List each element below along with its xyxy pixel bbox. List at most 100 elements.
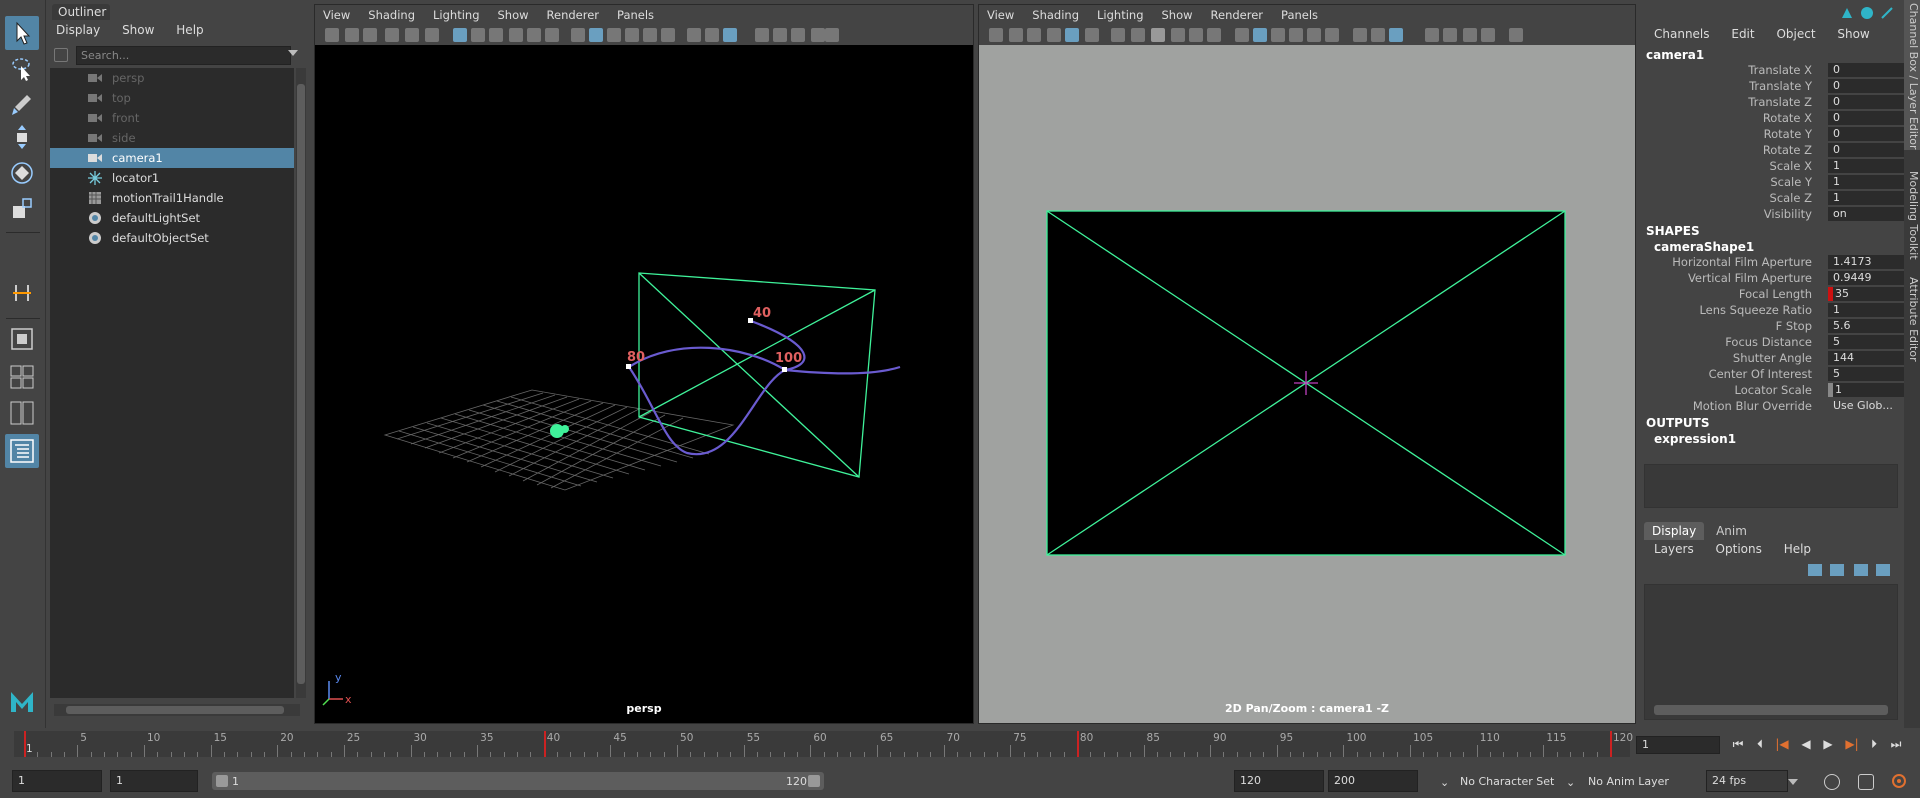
- playback-start-field[interactable]: 1: [110, 770, 198, 792]
- tool-settings-icon[interactable]: [1880, 6, 1894, 20]
- attr-value-field[interactable]: 0: [1828, 79, 1904, 93]
- menu-panels[interactable]: Panels: [1281, 8, 1318, 22]
- step-forward-frame-icon[interactable]: ⏵: [1866, 736, 1882, 752]
- attr-value-field[interactable]: 0: [1828, 95, 1904, 109]
- xray-joints-icon[interactable]: [1443, 28, 1457, 42]
- menu-options[interactable]: Options: [1716, 542, 1762, 556]
- wireframe-icon[interactable]: [1235, 28, 1249, 42]
- sound-icon[interactable]: [1858, 774, 1874, 790]
- paint-select-tool-icon[interactable]: [5, 88, 39, 122]
- attr-value-field[interactable]: 0.9449: [1828, 271, 1904, 285]
- menu-help[interactable]: Help: [1784, 542, 1811, 556]
- field-chart-icon[interactable]: [1189, 28, 1203, 42]
- lights-icon[interactable]: [661, 28, 675, 42]
- attr-row[interactable]: F Stop 5.6: [1640, 318, 1904, 334]
- animation-preferences-icon[interactable]: [1890, 772, 1908, 790]
- outliner-tab[interactable]: Outliner: [52, 4, 110, 20]
- menu-show[interactable]: Show: [498, 8, 529, 22]
- shape-node-name[interactable]: cameraShape1: [1654, 240, 1754, 254]
- grid-icon[interactable]: [1111, 28, 1125, 42]
- select-tool-icon[interactable]: [5, 16, 39, 50]
- xray-joints-icon[interactable]: [773, 28, 787, 42]
- attr-value-field[interactable]: 144: [1828, 351, 1904, 365]
- step-back-frame-icon[interactable]: ⏴: [1752, 736, 1768, 752]
- step-back-key-icon[interactable]: |◀: [1774, 736, 1790, 752]
- two-pane-layout-icon[interactable]: [5, 396, 39, 430]
- go-to-end-icon[interactable]: ⏭: [1888, 736, 1904, 752]
- attr-value-field[interactable]: 0: [1828, 143, 1904, 157]
- single-layout-icon[interactable]: [5, 322, 39, 356]
- safe-action-icon[interactable]: [1207, 28, 1221, 42]
- default-material-icon[interactable]: [1271, 28, 1285, 42]
- attr-row[interactable]: Focal Length 35: [1640, 286, 1904, 302]
- move-layer-down-icon[interactable]: [1830, 564, 1844, 576]
- menu-shading[interactable]: Shading: [368, 8, 415, 22]
- attr-row[interactable]: Shutter Angle 144: [1640, 350, 1904, 366]
- isolate-select-icon[interactable]: [723, 28, 737, 42]
- attr-row[interactable]: Locator Scale 1: [1640, 382, 1904, 398]
- grease-pencil-icon[interactable]: [425, 28, 439, 42]
- trail-keyframe-marker[interactable]: [782, 367, 787, 372]
- attr-value-field[interactable]: 1.4173: [1828, 255, 1904, 269]
- attr-row[interactable]: Focus Distance 5: [1640, 334, 1904, 350]
- outliner-item-persp[interactable]: persp: [50, 68, 294, 88]
- outliner-item-front[interactable]: front: [50, 108, 294, 128]
- menu-lighting[interactable]: Lighting: [1097, 8, 1143, 22]
- attr-row[interactable]: Scale X 1: [1640, 158, 1904, 174]
- menu-shading[interactable]: Shading: [1032, 8, 1079, 22]
- scale-tool-icon[interactable]: [5, 192, 39, 226]
- output-node-name[interactable]: expression1: [1654, 432, 1736, 446]
- attr-value-field[interactable]: 1: [1828, 383, 1904, 397]
- attr-row[interactable]: Lens Squeeze Ratio 1: [1640, 302, 1904, 318]
- menu-object[interactable]: Object: [1776, 27, 1815, 41]
- camera-attributes-icon[interactable]: [345, 28, 359, 42]
- step-forward-key-icon[interactable]: ▶|: [1844, 736, 1860, 752]
- attr-row[interactable]: Rotate X 0: [1640, 110, 1904, 126]
- fps-dropdown[interactable]: 24 fps: [1706, 770, 1788, 792]
- move-tool-icon[interactable]: [5, 120, 39, 154]
- attr-value-field[interactable]: 0: [1828, 127, 1904, 141]
- field-chart-icon[interactable]: [527, 28, 541, 42]
- menu-channels[interactable]: Channels: [1654, 27, 1710, 41]
- attr-value-field[interactable]: 1: [1828, 191, 1904, 205]
- lights-icon[interactable]: [1325, 28, 1339, 42]
- resolution-gate-icon[interactable]: [489, 28, 503, 42]
- tab-channel-box-layer-editor[interactable]: Channel Box / Layer Editor: [1904, 0, 1920, 150]
- menu-show[interactable]: Show: [1162, 8, 1193, 22]
- xray-icon[interactable]: [755, 28, 769, 42]
- chevron-down-icon[interactable]: ⌄: [1440, 776, 1449, 789]
- safe-action-icon[interactable]: [545, 28, 559, 42]
- menu-display[interactable]: Display: [56, 23, 100, 37]
- attr-row[interactable]: Scale Y 1: [1640, 174, 1904, 190]
- menu-panels[interactable]: Panels: [617, 8, 654, 22]
- attr-row[interactable]: Translate Y 0: [1640, 78, 1904, 94]
- menu-show[interactable]: Show: [1837, 27, 1869, 41]
- perspective-viewport[interactable]: View Shading Lighting Show Renderer Pane…: [314, 4, 974, 724]
- xray-components-icon[interactable]: [1463, 28, 1477, 42]
- tab-attribute-editor[interactable]: Attribute Editor: [1904, 274, 1920, 374]
- lasso-tool-icon[interactable]: [5, 52, 39, 86]
- bookmark-icon[interactable]: [363, 28, 377, 42]
- chevron-down-icon[interactable]: [288, 50, 298, 56]
- attr-value-field[interactable]: 1: [1828, 303, 1904, 317]
- tab-anim[interactable]: Anim: [1708, 522, 1755, 540]
- hud-icon[interactable]: [811, 28, 825, 42]
- image-plane-icon[interactable]: [1047, 28, 1061, 42]
- isolate-select-icon[interactable]: [1389, 28, 1403, 42]
- chevron-down-icon[interactable]: ⌄: [1566, 776, 1575, 789]
- chevron-down-icon[interactable]: [1788, 779, 1798, 785]
- menu-lighting[interactable]: Lighting: [433, 8, 479, 22]
- camera1-viewport[interactable]: View Shading Lighting Show Renderer Pane…: [978, 4, 1636, 724]
- image-plane-icon[interactable]: [385, 28, 399, 42]
- rotate-tool-icon[interactable]: [5, 156, 39, 190]
- tab-modeling-toolkit[interactable]: Modeling Toolkit: [1904, 168, 1920, 268]
- 2d-pan-zoom-icon[interactable]: [1065, 28, 1079, 42]
- go-to-start-icon[interactable]: ⏮: [1730, 736, 1746, 752]
- camera-select-icon[interactable]: [325, 28, 339, 42]
- outliner-horizontal-scroll-thumb[interactable]: [66, 706, 284, 714]
- channel-box-icon[interactable]: [1840, 6, 1854, 20]
- default-material-icon[interactable]: [607, 28, 621, 42]
- menu-renderer[interactable]: Renderer: [1211, 8, 1264, 22]
- attr-value-field[interactable]: 35: [1828, 287, 1904, 301]
- attr-row[interactable]: Translate X 0: [1640, 62, 1904, 78]
